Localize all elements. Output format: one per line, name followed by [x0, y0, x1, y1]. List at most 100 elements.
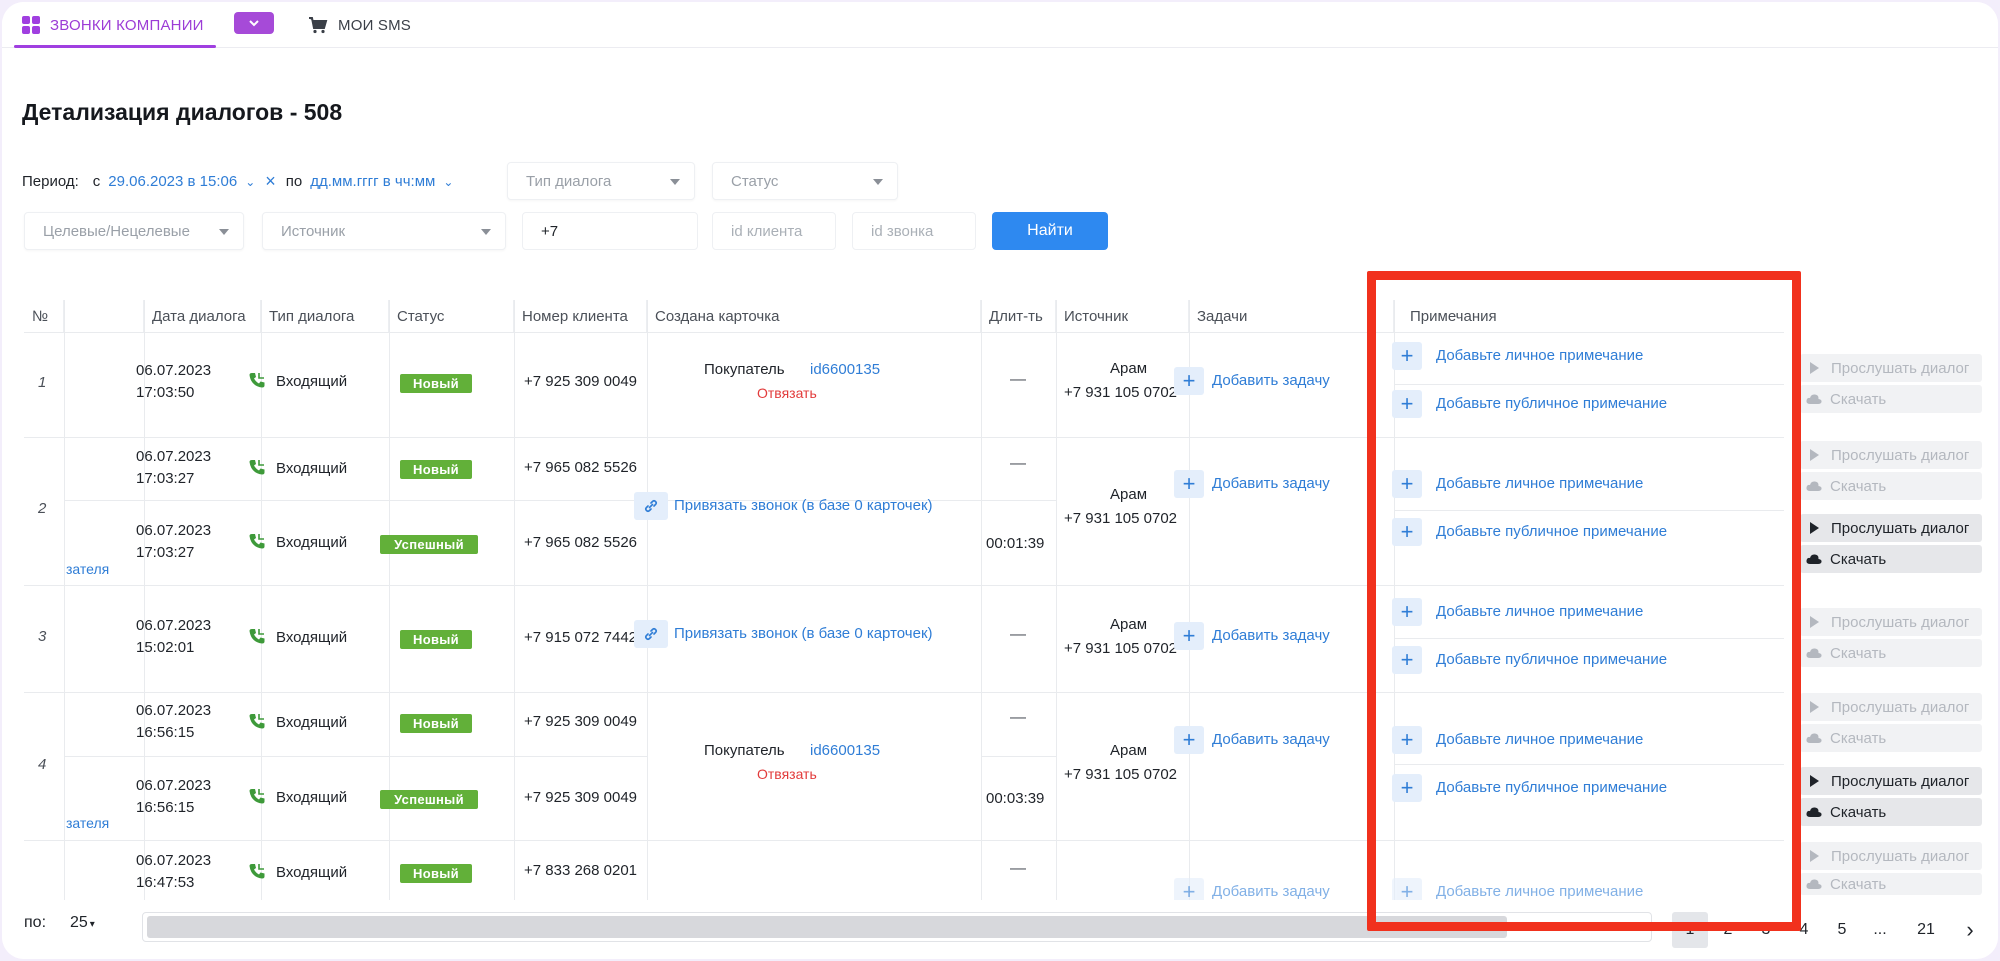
phone-input[interactable]: +7 — [522, 212, 698, 250]
target-placeholder: Целевые/Нецелевые — [43, 222, 190, 240]
chevron-down-icon[interactable]: ⌄ — [245, 175, 255, 189]
scrollbar-thumb[interactable] — [147, 916, 1507, 938]
truncated-label: зателя — [66, 561, 110, 577]
download-button[interactable]: Скачать — [1800, 639, 1982, 667]
source-phone: +7 931 105 0702 — [1064, 384, 1178, 401]
incoming-call-icon — [249, 629, 265, 644]
unlink-link[interactable]: Отвязать — [757, 763, 817, 785]
download-button[interactable]: Скачать — [1800, 472, 1982, 500]
add-private-note-link[interactable]: Добавьте личное примечание — [1436, 601, 1643, 623]
per-page-value: 25 — [70, 914, 88, 931]
add-task-plus-icon[interactable]: + — [1174, 367, 1204, 395]
client-id-input[interactable]: id клиента — [712, 212, 836, 250]
add-public-note-link[interactable]: Добавьте публичное примечание — [1436, 521, 1667, 543]
attach-call-link[interactable]: Привязать звонок (в базе 0 карточек) — [674, 623, 933, 645]
attach-call-link[interactable]: Привязать звонок (в базе 0 карточек) — [674, 495, 933, 517]
card-id-link[interactable]: id6600135 — [810, 359, 880, 381]
page-2[interactable]: 2 — [1710, 912, 1746, 948]
add-public-note-link[interactable]: Добавьте публичное примечание — [1436, 777, 1667, 799]
listen-dialog-button[interactable]: Прослушать диалог — [1800, 767, 1982, 795]
download-button[interactable]: Скачать — [1800, 798, 1982, 826]
divider — [24, 332, 1784, 333]
cloud-download-icon — [1806, 481, 1822, 491]
page-4[interactable]: 4 — [1786, 912, 1822, 948]
add-task-link[interactable]: Добавить задачу — [1212, 729, 1330, 751]
unlink-link[interactable]: Отвязать — [757, 382, 817, 404]
page-1[interactable]: 1 — [1672, 912, 1708, 948]
col-header-status: Статус — [389, 300, 514, 332]
col-header-type: Тип диалога — [261, 300, 389, 332]
add-task-link[interactable]: Добавить задачу — [1212, 473, 1330, 495]
dialog-time: 16:56:15 — [136, 799, 195, 816]
source-phone: +7 931 105 0702 — [1064, 510, 1178, 527]
link-icon[interactable] — [634, 492, 668, 520]
add-task-link[interactable]: Добавить задачу — [1212, 625, 1330, 647]
add-private-note-link[interactable]: Добавьте личное примечание — [1436, 345, 1643, 367]
listen-dialog-button[interactable]: Прослушать диалог — [1800, 354, 1982, 382]
page-5[interactable]: 5 — [1824, 912, 1860, 948]
add-private-note-plus-icon[interactable]: + — [1392, 878, 1422, 900]
chevron-down-icon[interactable]: ⌄ — [443, 175, 453, 189]
card-type-label: Покупатель — [704, 742, 785, 759]
find-button[interactable]: Найти — [992, 212, 1108, 250]
client-phone: +7 925 309 0049 — [524, 789, 638, 806]
listen-dialog-button[interactable]: Прослушать диалог — [1800, 693, 1982, 721]
listen-dialog-button[interactable]: Прослушать диалог — [1800, 842, 1982, 870]
next-page-chevron-icon[interactable]: › — [1952, 912, 1988, 948]
target-select[interactable]: Целевые/Нецелевые — [24, 212, 244, 250]
add-public-note-plus-icon[interactable]: + — [1392, 774, 1422, 802]
per-page-select[interactable]: 25 ▾ — [70, 914, 95, 932]
period-from-value[interactable]: 29.06.2023 в 15:06 — [108, 173, 237, 190]
add-private-note-link[interactable]: Добавьте личное примечание — [1436, 729, 1643, 751]
add-public-note-plus-icon[interactable]: + — [1392, 390, 1422, 418]
call-id-input[interactable]: id звонка — [852, 212, 976, 250]
tab-company-calls[interactable]: ЗВОНКИ КОМПАНИИ — [14, 2, 216, 48]
add-task-plus-icon[interactable]: + — [1174, 622, 1204, 650]
card-id-link[interactable]: id6600135 — [810, 740, 880, 762]
listen-dialog-button[interactable]: Прослушать диалог — [1800, 441, 1982, 469]
tab-my-sms[interactable]: МОИ SMS — [308, 2, 411, 48]
add-task-plus-icon[interactable]: + — [1174, 726, 1204, 754]
source-select[interactable]: Источник — [262, 212, 506, 250]
dialog-time: 17:03:27 — [136, 470, 195, 487]
add-task-link[interactable]: Добавить задачу — [1212, 370, 1330, 392]
link-icon[interactable] — [634, 620, 668, 648]
listen-dialog-button[interactable]: Прослушать диалог — [1800, 514, 1982, 542]
chain-link-icon — [644, 627, 658, 641]
add-private-note-plus-icon[interactable]: + — [1392, 598, 1422, 626]
add-task-plus-icon[interactable]: + — [1174, 470, 1204, 498]
download-button[interactable]: Скачать — [1800, 545, 1982, 573]
download-button[interactable]: Скачать — [1800, 385, 1982, 413]
divider — [1394, 638, 1784, 639]
period-to-value[interactable]: дд.мм.гггг в чч:мм — [310, 173, 435, 190]
page-3[interactable]: 3 — [1748, 912, 1784, 948]
dialog-type-select[interactable]: Тип диалога — [507, 162, 695, 200]
add-private-note-link[interactable]: Добавьте личное примечание — [1436, 473, 1643, 495]
page-21[interactable]: 21 — [1908, 912, 1944, 948]
cloud-download-icon — [1806, 879, 1822, 889]
add-private-note-plus-icon[interactable]: + — [1392, 342, 1422, 370]
clear-icon[interactable]: × — [265, 171, 276, 192]
listen-dialog-button[interactable]: Прослушать диалог — [1800, 608, 1982, 636]
add-public-note-plus-icon[interactable]: + — [1392, 518, 1422, 546]
period-to-prefix: по — [285, 173, 303, 190]
client-phone: +7 965 082 5526 — [524, 534, 638, 551]
status-select[interactable]: Статус — [712, 162, 898, 200]
play-icon — [1810, 522, 1819, 534]
add-private-note-plus-icon[interactable]: + — [1392, 726, 1422, 754]
add-public-note-link[interactable]: Добавьте публичное примечание — [1436, 649, 1667, 671]
add-task-link[interactable]: Добавить задачу — [1212, 881, 1330, 900]
dialog-time: 17:03:50 — [136, 384, 195, 401]
add-public-note-plus-icon[interactable]: + — [1392, 646, 1422, 674]
add-public-note-link[interactable]: Добавьте публичное примечание — [1436, 393, 1667, 415]
download-button[interactable]: Скачать — [1800, 873, 1982, 895]
download-button[interactable]: Скачать — [1800, 724, 1982, 752]
row-number: 2 — [38, 500, 47, 517]
add-task-plus-icon[interactable]: + — [1174, 878, 1204, 900]
truncated-label: зателя — [66, 815, 110, 831]
incoming-call-icon — [249, 789, 265, 804]
dialog-type: Входящий — [276, 714, 348, 731]
tab-dropdown-button[interactable] — [234, 12, 274, 34]
add-private-note-plus-icon[interactable]: + — [1392, 470, 1422, 498]
add-private-note-link[interactable]: Добавьте личное примечание — [1436, 881, 1643, 900]
